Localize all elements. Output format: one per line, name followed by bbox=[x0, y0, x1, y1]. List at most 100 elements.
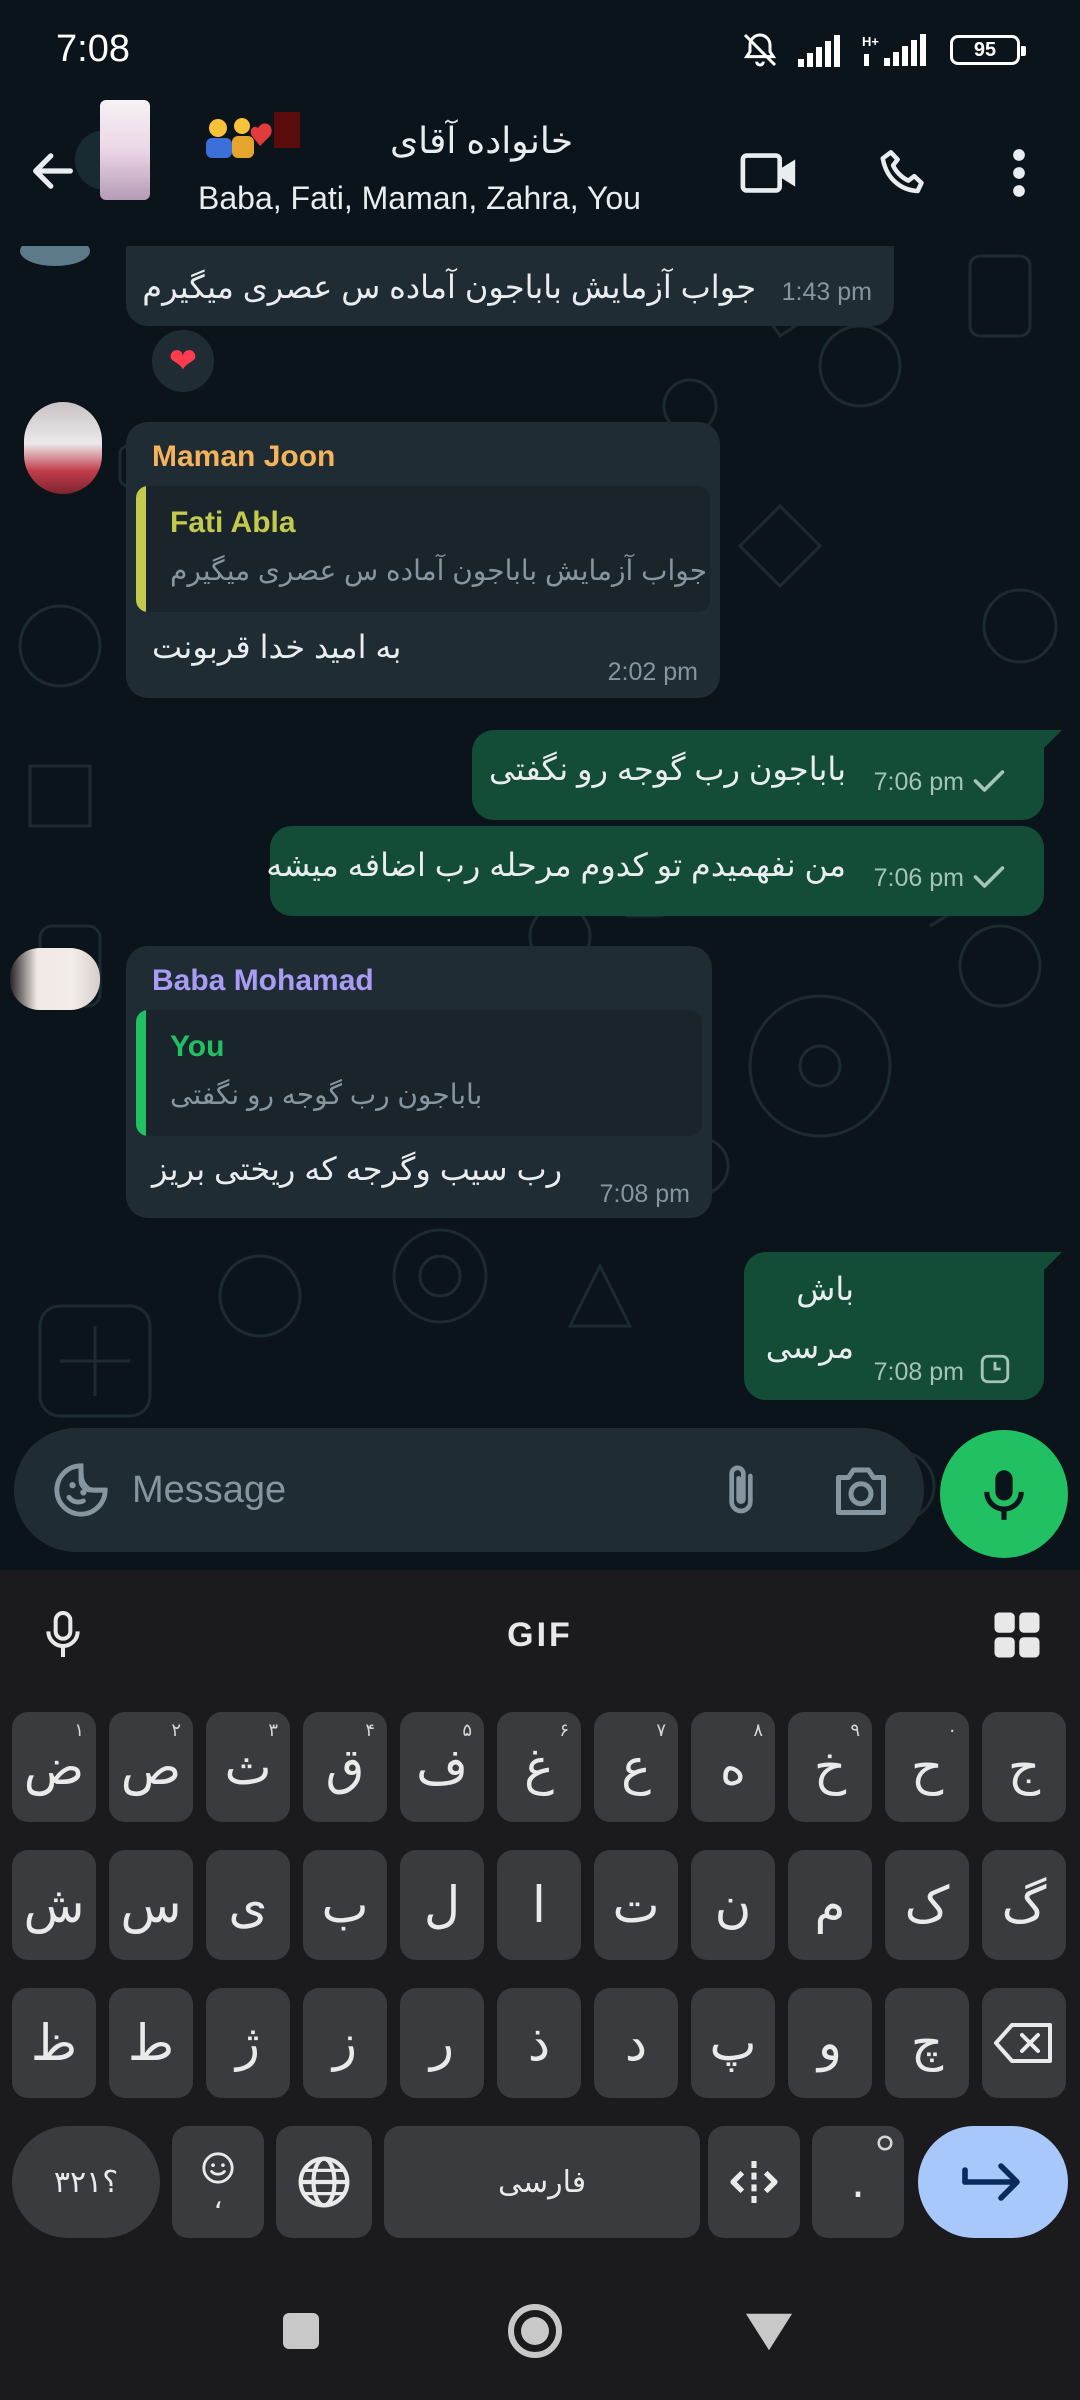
key-label: ص bbox=[120, 1738, 182, 1796]
soft-keyboard: GIF ض۱ ص۲ ث۳ ق۴ ف۵ غ۶ ع۷ ه۸ خ۹ ح۰ ج ش س … bbox=[0, 1570, 1080, 2260]
quote-author: Fati Abla bbox=[170, 506, 296, 539]
group-members[interactable]: Baba, Fati, Maman, Zahra, You bbox=[198, 180, 641, 217]
key[interactable]: ن bbox=[691, 1850, 775, 1960]
message-input[interactable] bbox=[132, 1458, 692, 1522]
signal-hplus-icon: H+ bbox=[862, 34, 926, 66]
key-hint: ۸ bbox=[753, 1720, 763, 1741]
message-time: 7:06 pm bbox=[873, 768, 964, 796]
voice-typing-button[interactable] bbox=[28, 1600, 98, 1670]
overflow-menu-button[interactable] bbox=[984, 138, 1054, 208]
message-list[interactable]: جواب آزمایش باباجون آماده س عصری میگیرم … bbox=[0, 246, 1080, 1570]
backspace-key[interactable] bbox=[982, 1988, 1066, 2098]
key[interactable]: خ۹ bbox=[788, 1712, 872, 1822]
key[interactable]: ا bbox=[497, 1850, 581, 1960]
circle-icon bbox=[508, 2304, 562, 2358]
emoji-key[interactable]: ، bbox=[172, 2126, 264, 2238]
key[interactable]: ع۷ bbox=[594, 1712, 678, 1822]
group-avatar[interactable] bbox=[100, 100, 150, 200]
quoted-message[interactable]: Fati Abla جواب آزمایش باباجون آماده س عص… bbox=[136, 486, 710, 612]
key[interactable]: ص۲ bbox=[109, 1712, 193, 1822]
key[interactable]: ر bbox=[400, 1988, 484, 2098]
key[interactable]: س bbox=[109, 1850, 193, 1960]
key[interactable]: ف۵ bbox=[400, 1712, 484, 1822]
key[interactable]: ج bbox=[982, 1712, 1066, 1822]
quote-accent-bar bbox=[136, 1010, 146, 1136]
key[interactable]: ط bbox=[109, 1988, 193, 2098]
message-bubble-outgoing[interactable]: من نفهمیدم تو کدوم مرحله رب اضافه میشه 7… bbox=[266, 826, 1044, 916]
key[interactable]: پ bbox=[691, 1988, 775, 2098]
key[interactable]: ت bbox=[594, 1850, 678, 1960]
key-hint: ۴ bbox=[365, 1720, 375, 1741]
message-bubble[interactable]: Baba Mohamad You باباجون رب گوجه رو نگفت… bbox=[126, 946, 712, 1218]
key[interactable]: ی bbox=[206, 1850, 290, 1960]
cursor-key[interactable] bbox=[708, 2126, 800, 2238]
key[interactable]: ث۳ bbox=[206, 1712, 290, 1822]
cursor-move-icon bbox=[730, 2161, 778, 2203]
status-bar: 7:08 H+ 95 bbox=[0, 0, 1080, 96]
key-hint: ۶ bbox=[559, 1720, 569, 1741]
home-button[interactable] bbox=[500, 2296, 570, 2366]
message-text: باباجون رب گوجه رو نگفتی bbox=[489, 751, 846, 787]
message-bubble-outgoing[interactable]: باباجون رب گوجه رو نگفتی 7:06 pm bbox=[472, 730, 1044, 820]
camera-button[interactable] bbox=[826, 1455, 896, 1525]
message-bubble[interactable]: جواب آزمایش باباجون آماده س عصری میگیرم … bbox=[126, 246, 894, 326]
key[interactable]: و bbox=[788, 1988, 872, 2098]
key[interactable]: ق۴ bbox=[303, 1712, 387, 1822]
video-call-button[interactable] bbox=[735, 138, 805, 208]
key[interactable]: ه۸ bbox=[691, 1712, 775, 1822]
key[interactable]: ژ bbox=[206, 1988, 290, 2098]
key[interactable]: ض۱ bbox=[12, 1712, 96, 1822]
quote-accent-bar bbox=[136, 486, 146, 612]
back-nav-button[interactable] bbox=[734, 2296, 804, 2366]
message-bubble[interactable]: Maman Joon Fati Abla جواب آزمایش باباجون… bbox=[126, 422, 720, 698]
quoted-message[interactable]: You باباجون رب گوجه رو نگفتی bbox=[136, 1010, 702, 1136]
enter-key[interactable] bbox=[918, 2126, 1068, 2238]
voice-call-button[interactable] bbox=[868, 138, 938, 208]
quote-author: You bbox=[170, 1030, 225, 1063]
key[interactable]: گ bbox=[982, 1850, 1066, 1960]
key[interactable]: ذ bbox=[497, 1988, 581, 2098]
key[interactable]: ب bbox=[303, 1850, 387, 1960]
key-label: ق bbox=[325, 1738, 365, 1796]
heart-reaction[interactable]: ❤ bbox=[148, 326, 218, 396]
key[interactable]: ظ bbox=[12, 1988, 96, 2098]
sender-name: Baba Mohamad bbox=[152, 964, 374, 997]
apps-grid-button[interactable] bbox=[982, 1600, 1052, 1670]
pending-clock-icon bbox=[980, 1354, 1010, 1384]
key[interactable]: ش bbox=[12, 1850, 96, 1960]
more-vertical-icon bbox=[1013, 149, 1025, 197]
key[interactable]: ک bbox=[885, 1850, 969, 1960]
space-key[interactable]: فارسی bbox=[384, 2126, 700, 2238]
key[interactable]: د bbox=[594, 1988, 678, 2098]
recents-button[interactable] bbox=[266, 2296, 336, 2366]
message-time: 1:43 pm bbox=[781, 278, 872, 306]
key[interactable]: ز bbox=[303, 1988, 387, 2098]
sender-avatar[interactable] bbox=[10, 948, 100, 1010]
sent-check-icon bbox=[973, 866, 1005, 888]
globe-icon bbox=[298, 2156, 350, 2208]
gif-button[interactable]: GIF bbox=[490, 1600, 590, 1670]
quote-text: باباجون رب گوجه رو نگفتی bbox=[170, 1079, 483, 1110]
attach-button[interactable] bbox=[706, 1455, 776, 1525]
voice-record-button[interactable] bbox=[940, 1430, 1068, 1558]
sticker-icon bbox=[54, 1463, 108, 1517]
status-icons: H+ 95 bbox=[740, 30, 1026, 70]
key-hint: ۱ bbox=[74, 1720, 84, 1741]
key[interactable]: ل bbox=[400, 1850, 484, 1960]
message-time: 7:08 pm bbox=[873, 1358, 964, 1386]
period-key[interactable]: . bbox=[812, 2126, 904, 2238]
quote-text: جواب آزمایش باباجون آماده س عصری میگیرم bbox=[170, 555, 708, 586]
key[interactable]: غ۶ bbox=[497, 1712, 581, 1822]
language-key[interactable] bbox=[276, 2126, 372, 2238]
message-text: مرسی bbox=[765, 1329, 854, 1365]
group-title[interactable]: خانواده آقای bbox=[390, 120, 573, 162]
sender-avatar[interactable] bbox=[24, 402, 102, 494]
key[interactable]: م bbox=[788, 1850, 872, 1960]
symbols-key[interactable]: ؟۳۲۱ bbox=[12, 2126, 160, 2238]
message-bubble-outgoing[interactable]: باش مرسی 7:08 pm bbox=[744, 1252, 1044, 1400]
sticker-button[interactable] bbox=[46, 1455, 116, 1525]
key[interactable]: ح۰ bbox=[885, 1712, 969, 1822]
smiley-icon bbox=[202, 2152, 234, 2184]
signal-icon bbox=[798, 35, 840, 67]
key[interactable]: چ bbox=[885, 1988, 969, 2098]
